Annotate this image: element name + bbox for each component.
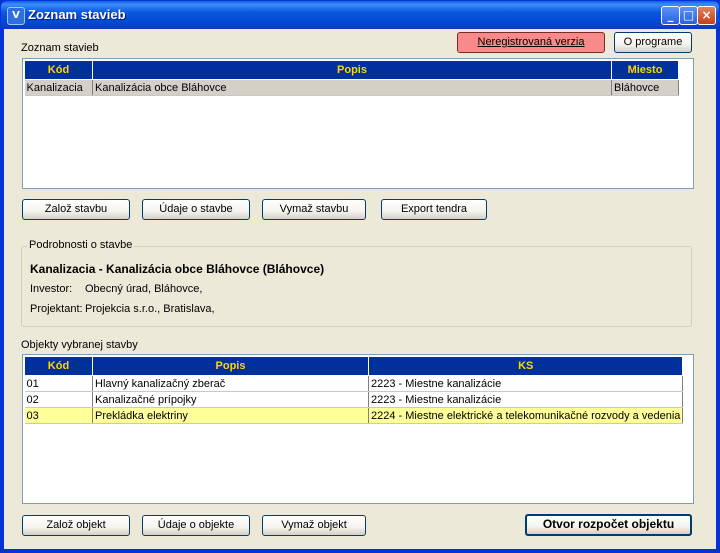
client-area: Zoznam stavieb Neregistrovaná verzia O p… bbox=[4, 29, 716, 549]
close-icon: × bbox=[701, 8, 712, 22]
cell-kod: 03 bbox=[24, 407, 93, 424]
cell-popis: Kanalizácia obce Bláhovce bbox=[92, 79, 612, 96]
cell-ks: 2224 - Miestne elektrické a telekomunika… bbox=[368, 407, 684, 424]
export-tender-button[interactable]: Export tendra bbox=[381, 199, 487, 220]
title-bar[interactable]: V Zoznam stavieb _ □ × bbox=[1, 1, 719, 29]
cell-miesto: Bláhovce bbox=[611, 79, 679, 96]
cell-kod: Kanalizacia bbox=[24, 79, 93, 96]
investor-value: Obecný úrad, Bláhovce, bbox=[85, 283, 203, 295]
column-header-miesto[interactable]: Miesto bbox=[611, 60, 679, 80]
investor-label: Investor: bbox=[30, 283, 73, 295]
objects-section-label: Objekty vybranej stavby bbox=[21, 339, 138, 351]
buildings-list[interactable]: Kód Popis Miesto Kanalizacia Kanalizácia… bbox=[22, 58, 694, 189]
details-heading: Kanalizacia - Kanalizácia obce Bláhovce … bbox=[30, 262, 325, 276]
unregistered-version-button[interactable]: Neregistrovaná verzia bbox=[457, 32, 605, 53]
cell-kod: 02 bbox=[24, 391, 93, 408]
column-header-kod[interactable]: Kód bbox=[24, 60, 93, 80]
table-row[interactable]: 01 Hlavný kanalizačný zberač 2223 - Mies… bbox=[24, 375, 684, 392]
maximize-icon: □ bbox=[682, 8, 695, 22]
cell-popis: Hlavný kanalizačný zberač bbox=[92, 375, 369, 392]
column-header-popis[interactable]: Popis bbox=[92, 356, 369, 376]
window-title: Zoznam stavieb bbox=[28, 7, 126, 22]
column-header-kod[interactable]: Kód bbox=[24, 356, 93, 376]
cell-ks: 2223 - Miestne kanalizácie bbox=[368, 375, 684, 392]
object-info-button[interactable]: Údaje o objekte bbox=[142, 515, 250, 536]
objects-list[interactable]: Kód Popis KS 01 Hlavný kanalizačný zbera… bbox=[22, 354, 694, 504]
create-object-button[interactable]: Založ objekt bbox=[22, 515, 130, 536]
main-window: V Zoznam stavieb _ □ × Zoznam stavieb Ne… bbox=[0, 0, 720, 553]
cell-kod: 01 bbox=[24, 375, 93, 392]
minimize-button[interactable]: _ bbox=[661, 6, 680, 25]
table-row[interactable]: 02 Kanalizačné prípojky 2223 - Miestne k… bbox=[24, 391, 684, 408]
cell-popis: Kanalizačné prípojky bbox=[92, 391, 369, 408]
objects-table: Kód Popis KS 01 Hlavný kanalizačný zbera… bbox=[24, 356, 684, 424]
app-icon: V bbox=[7, 7, 25, 25]
buildings-table: Kód Popis Miesto Kanalizacia Kanalizácia… bbox=[24, 60, 679, 96]
table-row[interactable]: Kanalizacia Kanalizácia obce Bláhovce Bl… bbox=[24, 79, 679, 96]
column-header-popis[interactable]: Popis bbox=[92, 60, 612, 80]
delete-object-button[interactable]: Vymaž objekt bbox=[262, 515, 366, 536]
building-info-button[interactable]: Údaje o stavbe bbox=[142, 199, 250, 220]
maximize-button[interactable]: □ bbox=[679, 6, 698, 25]
table-row-selected[interactable]: 03 Prekládka elektriny 2224 - Miestne el… bbox=[24, 407, 684, 424]
open-budget-button[interactable]: Otvor rozpočet objektu bbox=[525, 514, 692, 536]
details-group-legend: Podrobnosti o stavbe bbox=[27, 239, 135, 251]
cell-popis: Prekládka elektriny bbox=[92, 407, 369, 424]
about-button[interactable]: O programe bbox=[614, 32, 692, 53]
close-button[interactable]: × bbox=[697, 6, 716, 25]
buildings-section-label: Zoznam stavieb bbox=[21, 42, 99, 54]
designer-value: Projekcia s.r.o., Bratislava, bbox=[85, 303, 215, 315]
delete-building-button[interactable]: Vymaž stavbu bbox=[262, 199, 366, 220]
column-header-ks[interactable]: KS bbox=[367, 356, 684, 376]
minimize-icon: _ bbox=[667, 8, 674, 22]
create-building-button[interactable]: Založ stavbu bbox=[22, 199, 130, 220]
cell-ks: 2223 - Miestne kanalizácie bbox=[368, 391, 684, 408]
designer-label: Projektant: bbox=[30, 303, 83, 315]
